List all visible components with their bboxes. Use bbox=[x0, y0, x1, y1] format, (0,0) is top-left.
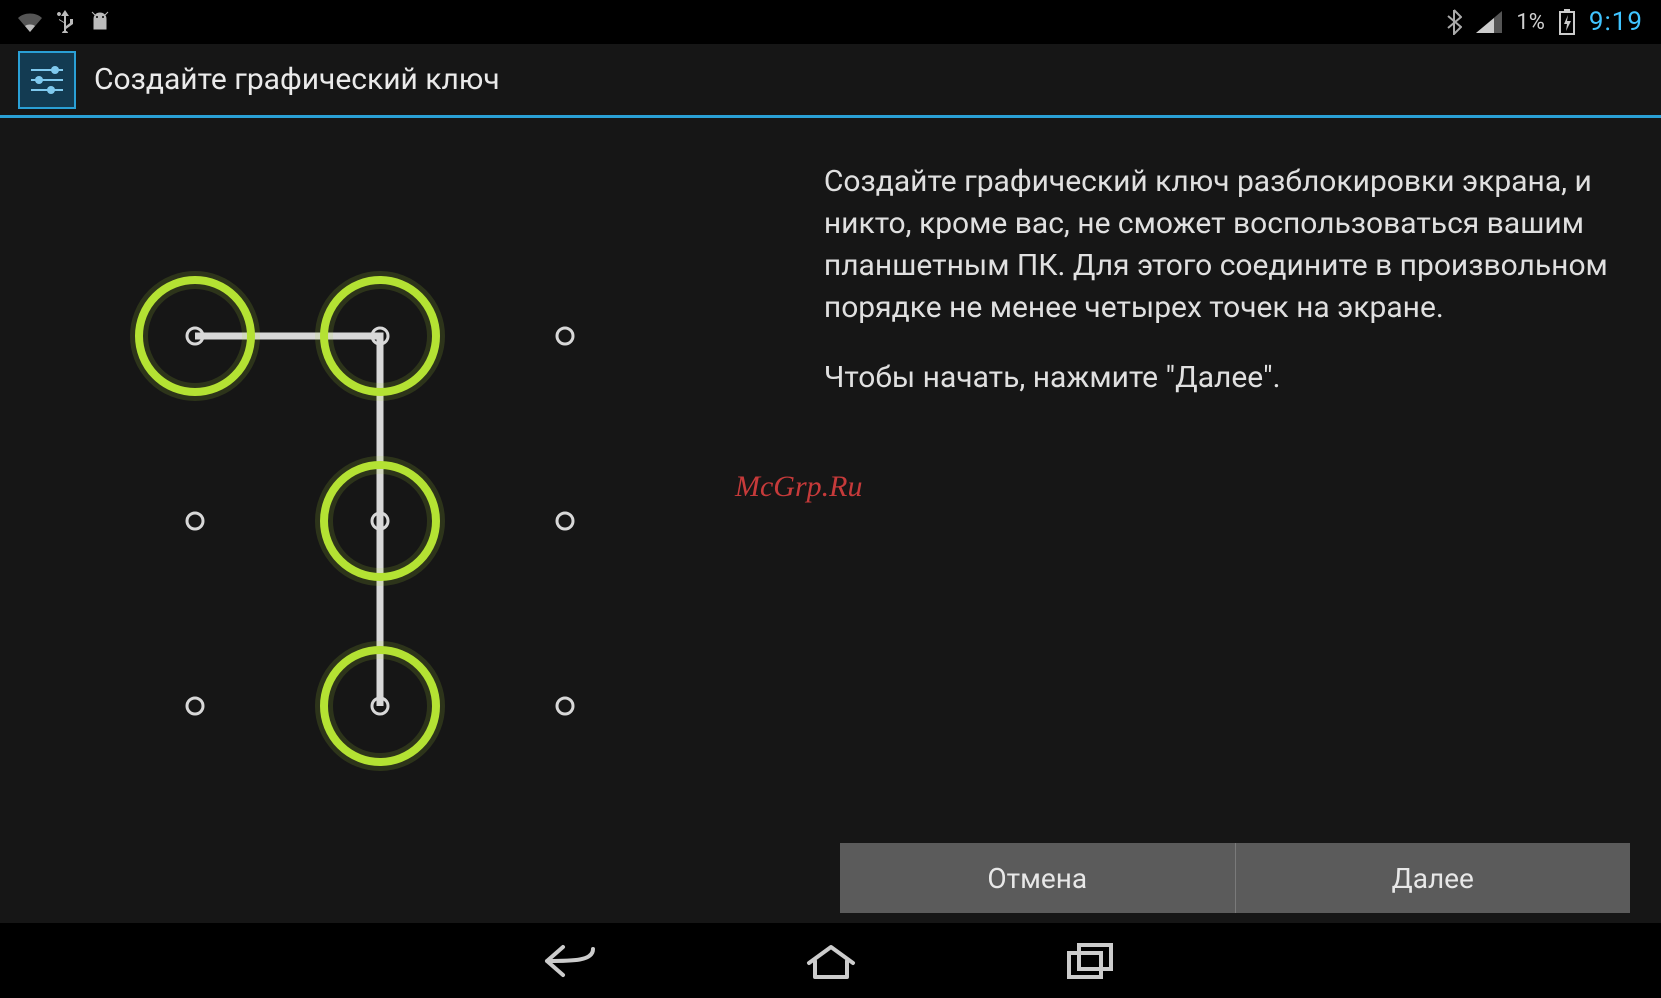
settings-icon bbox=[18, 51, 76, 109]
back-button[interactable] bbox=[536, 937, 606, 985]
pattern-lock-grid[interactable] bbox=[0, 121, 814, 923]
page-title: Создайте графический ключ bbox=[94, 62, 500, 97]
status-left bbox=[18, 10, 112, 34]
content: Создайте графический ключ разблокировки … bbox=[0, 121, 1661, 923]
cancel-button[interactable]: Отмена bbox=[840, 843, 1235, 913]
next-button[interactable]: Далее bbox=[1235, 843, 1631, 913]
wifi-weak-icon bbox=[18, 12, 42, 32]
status-right: 1% 9:19 bbox=[1446, 7, 1643, 37]
status-bar: 1% 9:19 bbox=[0, 0, 1661, 44]
instructions: Создайте графический ключ разблокировки … bbox=[814, 121, 1661, 923]
screen: 1% 9:19 Создайте графический ключ bbox=[0, 0, 1661, 998]
battery-charging-icon bbox=[1559, 9, 1575, 35]
instruction-paragraph-2: Чтобы начать, нажмите "Далее". bbox=[824, 357, 1621, 399]
home-button[interactable] bbox=[796, 937, 866, 985]
status-clock: 9:19 bbox=[1589, 7, 1643, 37]
android-debug-icon bbox=[88, 11, 112, 33]
battery-percent: 1% bbox=[1516, 10, 1544, 35]
navigation-bar bbox=[0, 923, 1661, 998]
watermark: McGrp.Ru bbox=[735, 470, 862, 504]
app-header: Создайте графический ключ bbox=[0, 44, 1661, 118]
action-bar: Отмена Далее bbox=[840, 843, 1630, 913]
usb-icon bbox=[56, 10, 74, 34]
recent-apps-button[interactable] bbox=[1056, 937, 1126, 985]
instruction-paragraph-1: Создайте графический ключ разблокировки … bbox=[824, 161, 1621, 329]
bluetooth-icon bbox=[1446, 9, 1462, 35]
signal-icon bbox=[1476, 11, 1502, 33]
